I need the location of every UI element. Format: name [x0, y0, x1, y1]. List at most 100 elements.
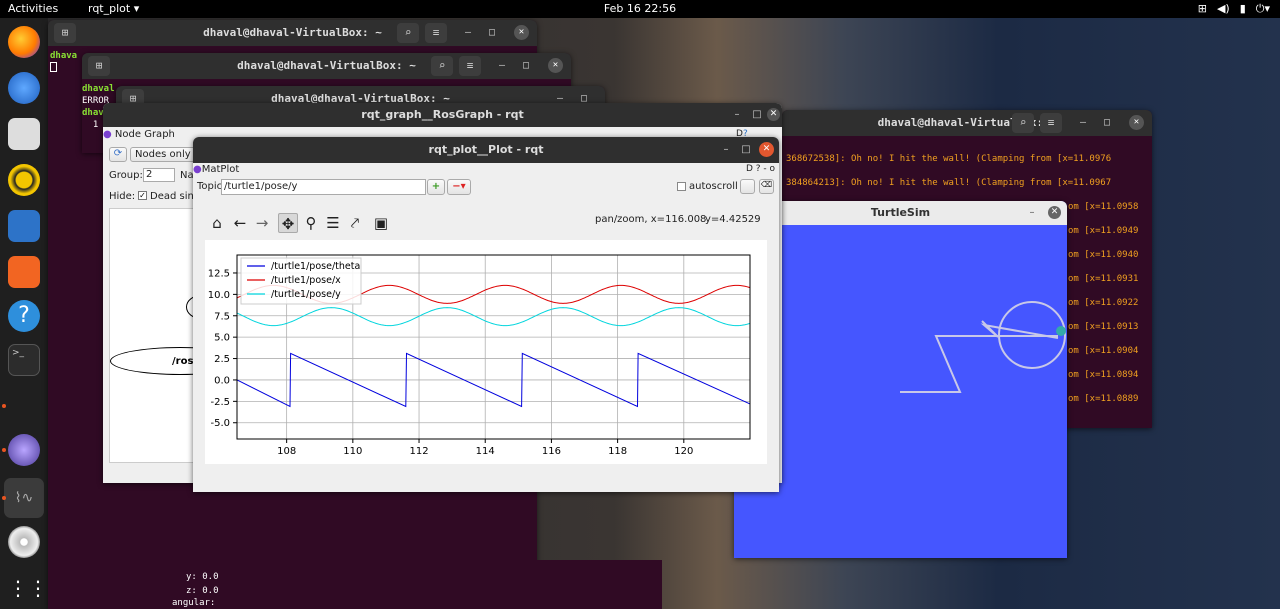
clock[interactable]: Feb 16 22:56 [0, 0, 1280, 18]
rhythmbox-icon[interactable] [8, 164, 40, 196]
plugin-icon: ● [103, 129, 112, 140]
turtle-canvas [900, 301, 1066, 393]
x-tick-label: 108 [277, 446, 296, 457]
minimize-icon[interactable]: – [1076, 116, 1090, 130]
graph-type-select[interactable]: Nodes only [130, 147, 200, 162]
topic-label: Topic [197, 181, 223, 192]
new-tab-icon[interactable]: ⊞ [54, 23, 76, 43]
cursor [50, 62, 57, 72]
search-icon[interactable]: ⌕ [431, 56, 453, 76]
firefox-icon[interactable] [8, 26, 40, 58]
namespace-label: Na [180, 170, 194, 181]
search-icon[interactable]: ⌕ [397, 23, 419, 43]
maximize-icon[interactable]: □ [739, 143, 753, 157]
turtle-icon [1056, 326, 1066, 336]
battery-icon: ▮ [1239, 2, 1246, 15]
rqt-plot-window[interactable]: rqt_plot__Plot - rqt – □ ✕ ●MatPlot D ? … [193, 137, 779, 492]
apps-grid-icon[interactable]: ⋮⋮ [8, 572, 48, 604]
y-tick-label: 12.5 [208, 268, 230, 279]
close-icon[interactable]: ✕ [514, 25, 529, 40]
rqt-icon[interactable] [8, 434, 40, 466]
files-icon[interactable] [8, 118, 40, 150]
minimize-icon[interactable]: – [461, 26, 475, 40]
dead-sinks-checkbox[interactable]: ✓ [138, 191, 147, 200]
hide-label: Hide: [109, 191, 136, 202]
configure-icon[interactable]: ☰ [323, 213, 343, 233]
window-title: dhaval@dhaval-VirtualBox: ~ [237, 59, 416, 72]
close-icon[interactable]: ✕ [759, 142, 774, 157]
thunderbird-icon[interactable] [8, 72, 40, 104]
menu-icon[interactable]: ≡ [425, 23, 447, 43]
help-icon[interactable]: ? [8, 300, 40, 332]
x-tick-label: 118 [608, 446, 627, 457]
software-icon[interactable] [8, 256, 40, 288]
axes-icon[interactable]: ⤤ [345, 213, 365, 233]
plugin-header: ●MatPlot [193, 164, 239, 175]
new-tab-icon[interactable]: ⊞ [88, 56, 110, 76]
plugin-buttons[interactable]: D ? - o [746, 164, 775, 174]
volume-icon: ◀) [1216, 2, 1230, 15]
title-bar[interactable]: rqt_graph__RosGraph - rqt [103, 103, 782, 127]
power-icon: ⏻▾ [1255, 2, 1270, 15]
pan-icon[interactable]: ✥ [278, 213, 298, 233]
topic-input[interactable]: /turtle1/pose/y [221, 179, 426, 195]
status-mode: pan/zoom, x=116.008 [595, 214, 707, 225]
minimize-icon[interactable]: – [719, 143, 733, 157]
close-icon[interactable]: ✕ [1129, 115, 1144, 130]
clear-button[interactable]: ⌫ [759, 179, 774, 194]
writer-icon[interactable] [8, 210, 40, 242]
y-tick-label: 10.0 [208, 290, 230, 301]
legend-label: /turtle1/pose/x [271, 275, 341, 286]
x-tick-label: 114 [476, 446, 495, 457]
status-y: y=4.42529 [705, 214, 761, 225]
plot-icon[interactable]: ⌇∿ [4, 478, 44, 518]
refresh-icon: ⟳ [113, 148, 123, 159]
y-tick-label: -5.0 [210, 418, 230, 429]
network-icon: ⊞ [1197, 2, 1207, 15]
dvd-icon[interactable] [8, 526, 40, 558]
maximize-icon[interactable]: □ [519, 59, 533, 73]
title-bar[interactable]: dhaval@dhaval-VirtualBox: ~ [782, 110, 1152, 136]
forward-icon[interactable]: → [252, 213, 272, 233]
system-tray[interactable]: ⊞ ◀) ▮ ⏻▾ [1198, 0, 1270, 18]
home-icon[interactable]: ⌂ [207, 213, 227, 233]
window-title: dhaval@dhaval-VirtualBox: ~ [203, 26, 382, 39]
back-icon[interactable]: ← [230, 213, 250, 233]
autoscroll-label: autoscroll [689, 181, 738, 192]
add-topic-button[interactable]: + [427, 179, 445, 195]
minimize-icon[interactable]: – [1025, 206, 1039, 220]
x-tick-label: 112 [409, 446, 428, 457]
title-bar[interactable]: rqt_plot__Plot - rqt [193, 137, 779, 163]
menu-icon[interactable]: ≡ [1040, 113, 1062, 133]
turtle-trail [900, 301, 1066, 393]
turtlesim-window[interactable]: TurtleSim – ✕ [734, 201, 1067, 558]
plugin-title: MatPlot [201, 164, 240, 175]
zoom-icon[interactable]: ⚲ [301, 213, 321, 233]
legend: /turtle1/pose/theta/turtle1/pose/x/turtl… [240, 257, 362, 305]
plot-canvas[interactable]: 108 110 112 114 116 118 120 -5.0 -2.5 0.0 2.5 5.0 7.… [205, 240, 767, 464]
maximize-icon[interactable]: □ [750, 108, 764, 122]
close-icon[interactable]: ✕ [548, 58, 563, 73]
window-title: rqt_plot__Plot - rqt [428, 143, 544, 156]
minimize-icon[interactable]: – [730, 108, 744, 122]
remove-topic-button[interactable]: −▾ [447, 179, 471, 195]
close-icon[interactable]: ✕ [1048, 206, 1061, 219]
search-icon[interactable]: ⌕ [1012, 113, 1034, 133]
menu-icon[interactable]: ≡ [459, 56, 481, 76]
terminal-icon[interactable]: >_ [8, 344, 40, 376]
maximize-icon[interactable]: □ [1100, 116, 1114, 130]
maximize-icon[interactable]: □ [485, 26, 499, 40]
window-title: TurtleSim [870, 206, 931, 219]
minimize-icon[interactable]: – [495, 59, 509, 73]
autoscroll-checkbox[interactable] [677, 182, 686, 191]
x-tick-label: 110 [343, 446, 362, 457]
terminal-text: dhava [50, 51, 78, 61]
pause-button[interactable] [740, 179, 755, 194]
group-spinbox[interactable]: 2 [143, 168, 175, 182]
title-bar[interactable]: TurtleSim [734, 201, 1067, 225]
graph-canvas[interactable]: /rost [109, 208, 250, 463]
window-title: rqt_graph__RosGraph - rqt [361, 108, 524, 121]
save-icon[interactable]: ▣ [371, 213, 391, 233]
refresh-button[interactable]: ⟳ [109, 147, 127, 162]
close-icon[interactable]: ✕ [767, 108, 780, 121]
